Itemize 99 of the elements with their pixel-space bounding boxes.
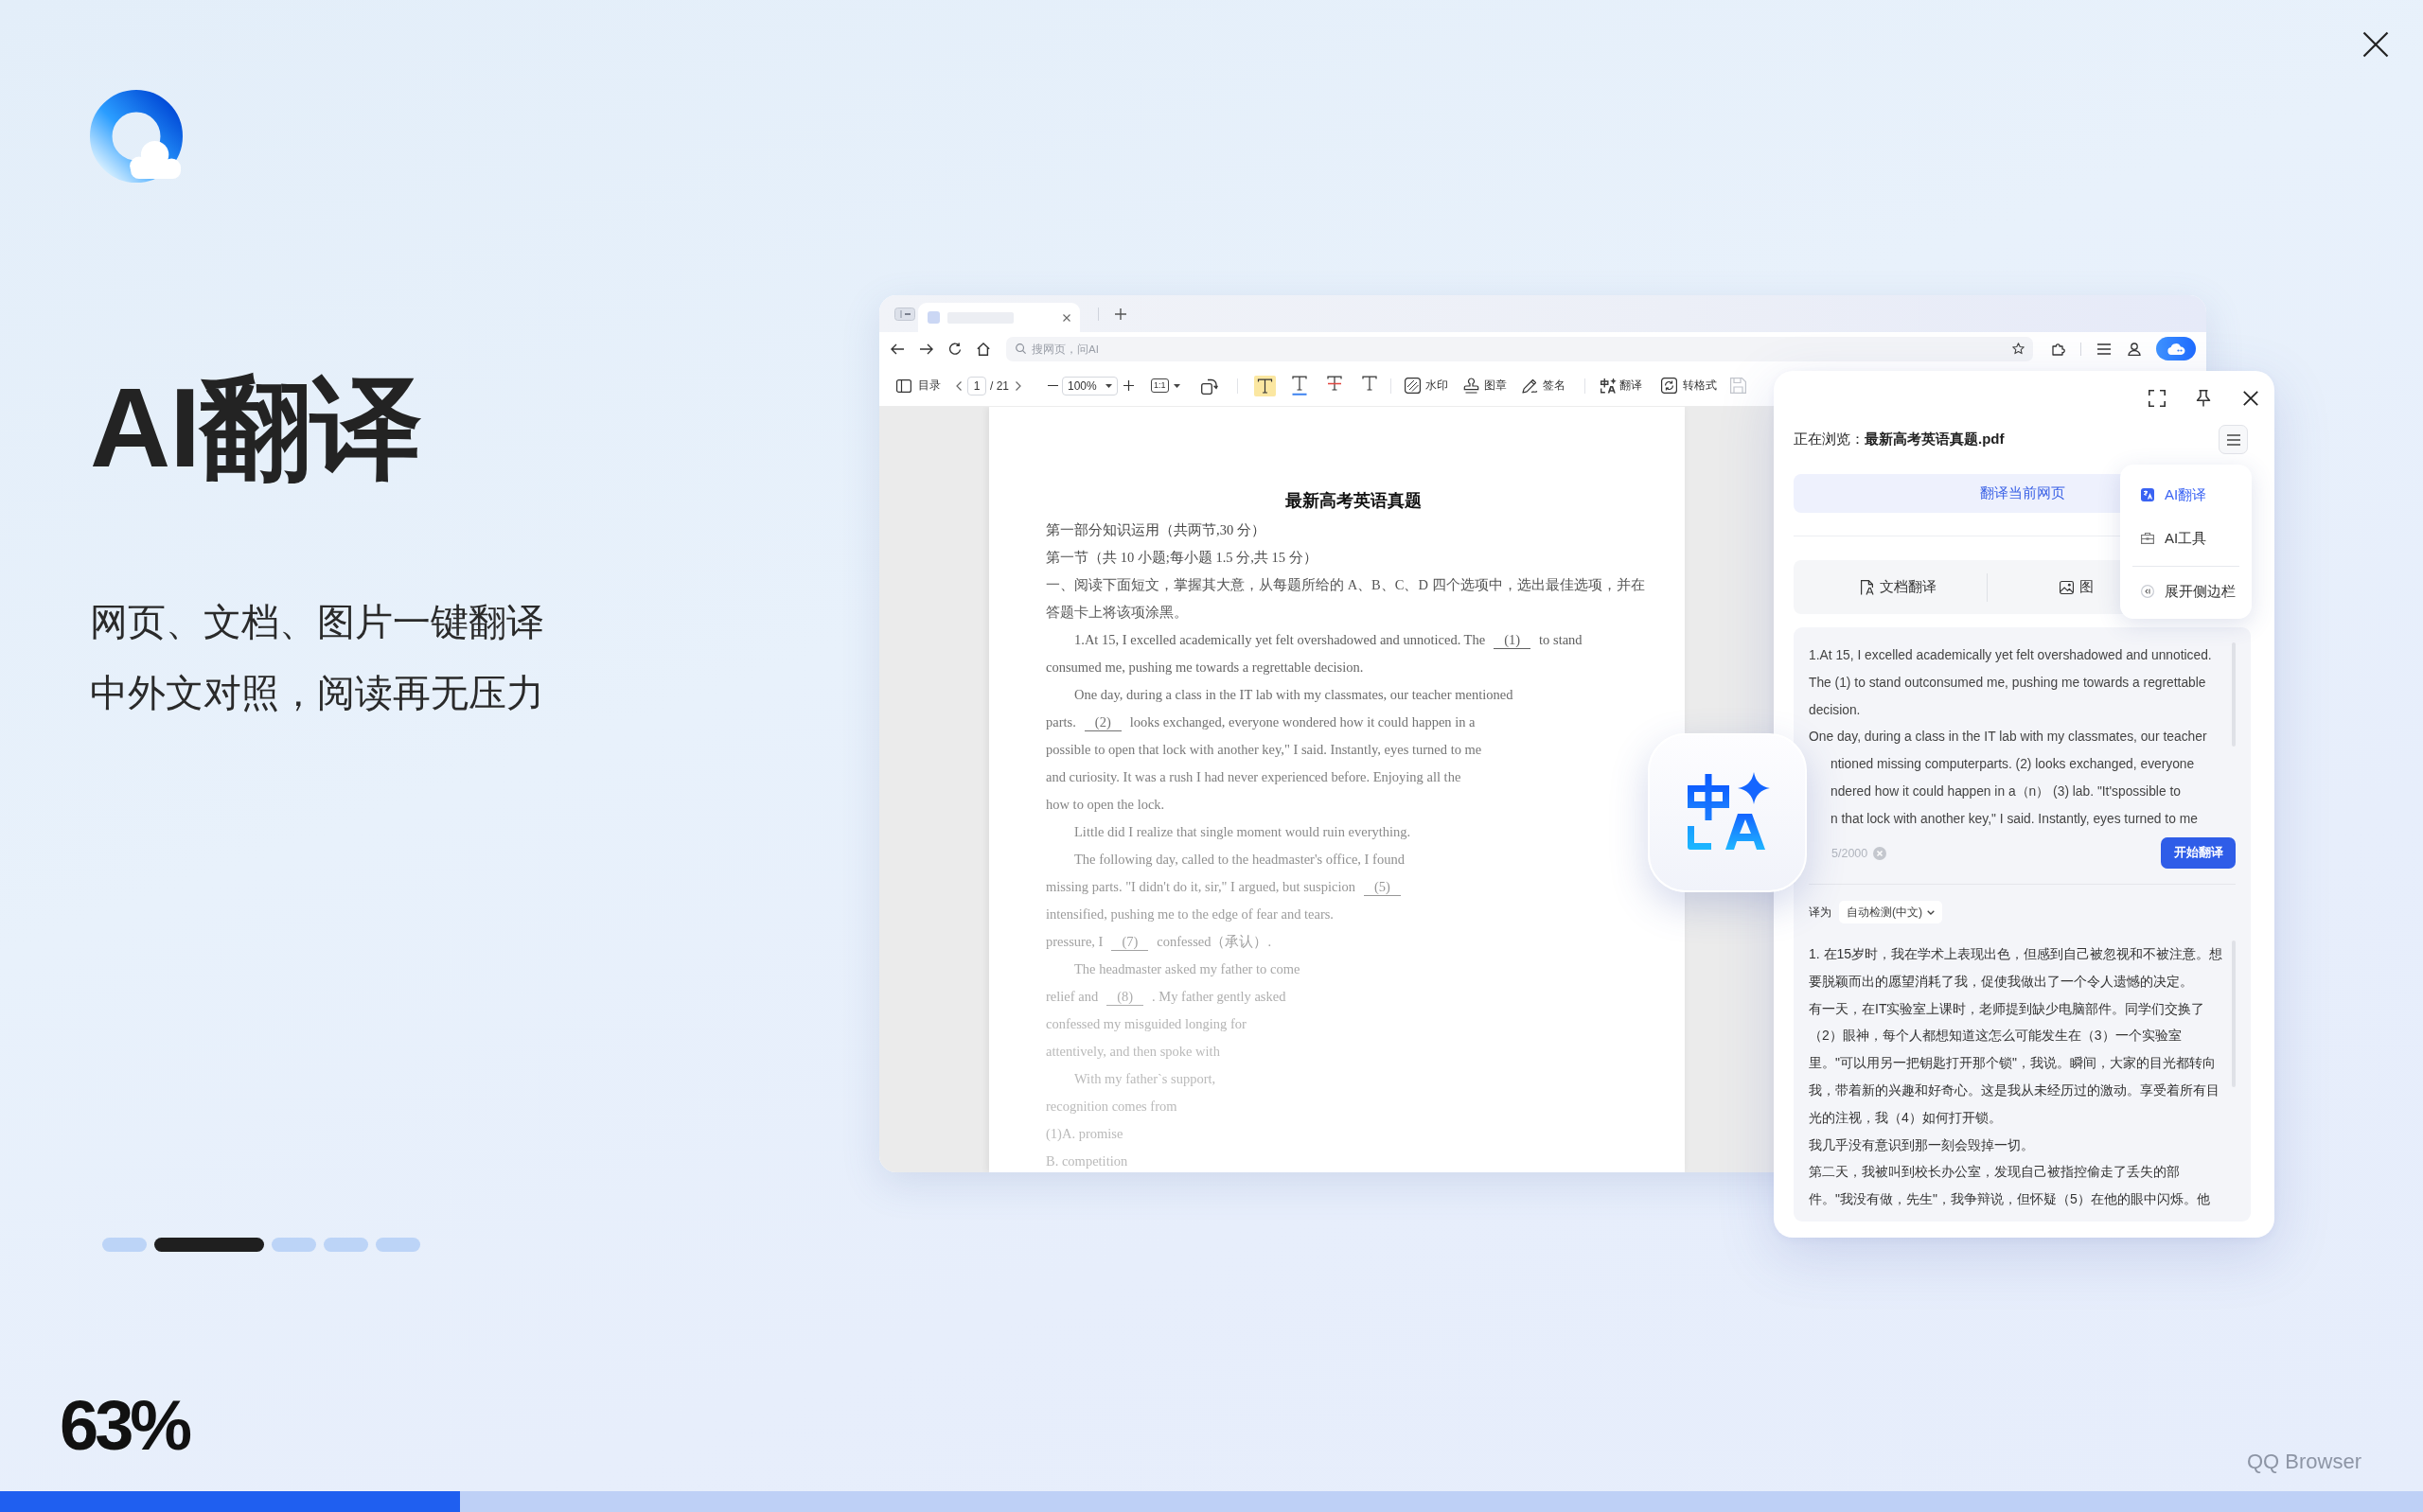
- menu-button[interactable]: [2219, 425, 2248, 454]
- document-text: looks exchanged, everyone wondered how it could happen in a: [1129, 714, 1476, 730]
- search-icon: [1016, 343, 1026, 354]
- caret-icon: [1927, 909, 1936, 915]
- subtitle-line: 网页、文档、图片一键翻译: [90, 600, 544, 644]
- person-icon[interactable]: [2128, 342, 2141, 356]
- caret-icon: [1173, 383, 1180, 388]
- character-counter: 5/2000: [1831, 846, 1868, 860]
- translate-icon: [1600, 378, 1617, 394]
- brand-name: QQ Browser: [2246, 1451, 2361, 1472]
- pen-icon: [1521, 378, 1538, 394]
- cloud-icon: [2167, 343, 2185, 355]
- document-text: 答题卡上将该项涂黑。: [1046, 605, 1188, 620]
- document-text: 第一部分知识运用（共两节,30 分）: [1046, 522, 1265, 537]
- star-icon[interactable]: [2012, 343, 2025, 355]
- favicon-icon: [928, 311, 940, 324]
- document-text: With my father`s support,: [1074, 1071, 1216, 1086]
- document-text: 一、阅读下面短文，掌握其大意，从每题所给的 A、B、C、D 四个选项中，选出最佳选项，并在: [1046, 577, 1645, 592]
- fill-in-line: (5): [1363, 879, 1401, 896]
- image-icon: [2060, 579, 2074, 595]
- reload-icon[interactable]: [948, 342, 962, 356]
- puzzle-icon[interactable]: [2052, 342, 2065, 356]
- loading-percent: 63%: [60, 1391, 189, 1461]
- document-title: 最新高考英语真题: [1284, 490, 1423, 512]
- document-text: confessed（承认）.: [1157, 934, 1272, 949]
- zoom-select[interactable]: 100%: [1062, 376, 1118, 396]
- watermark-button[interactable]: 水印: [1404, 378, 1448, 394]
- document-text: . My father gently asked: [1152, 989, 1286, 1004]
- menu-item[interactable]: AI工具: [2141, 517, 2244, 560]
- document-text: attentively, and then spoke with: [1046, 1044, 1220, 1059]
- document-text: how to open the lock.: [1046, 797, 1165, 812]
- translation-text: 1. 在15岁时，我在学术上表现出色，但感到自己被忽视和不被注意。想 要脱颖而出的愿望消耗了我，促使我做出了一个令人遗憾的决定。 有一天，在IT实验室上课时，老师提到缺少电脑部件。同学们交换了 （2）眼神，每个人都想知道这怎么可能发生在（3）一个实验室 里。"可以用另一把钥匙打开那个锁"，我说。瞬间，大家的目光都转向 我，带着新的兴趣和好奇心。这是我从未经历过的激动。享受着所有目 光的注视，我（4）如何打开锁。 我几乎没有意识到那一刻会毁掉一切。 第二天，我被叫到校长办公室，发现自己被指控偷走了丢失的部 件。"我没有做，先生"，我争辩说，但怀疑（5）在他的眼中闪烁。他: [1809, 945, 2224, 1209]
- document-text: to stand: [1539, 632, 1583, 647]
- fill-in-line: (2): [1084, 714, 1122, 731]
- menu-icon[interactable]: [2097, 342, 2111, 356]
- address-field[interactable]: 搜网页，问AI: [1006, 336, 2033, 361]
- plus-icon[interactable]: [1123, 380, 1134, 391]
- document-text: and curiosity. It was a rush I had never experienced before. Enjoying all the: [1046, 769, 1461, 784]
- rotate-icon[interactable]: [1200, 377, 1218, 395]
- document-text: parts.: [1046, 714, 1076, 730]
- caret-icon: [1105, 383, 1112, 388]
- document-text: consumed me, pushing me towards a regrettable decision.: [1046, 659, 1364, 675]
- document-text: 1.At 15, I excelled academically yet felt overshadowed and unnoticed. The: [1074, 632, 1486, 647]
- document-text: recognition comes from: [1046, 1099, 1177, 1114]
- fullscreen-icon[interactable]: [2149, 389, 2166, 407]
- close-icon[interactable]: [2243, 390, 2258, 406]
- fill-in-line: (1): [1494, 632, 1531, 649]
- translate-icon: [2141, 488, 2154, 501]
- back-icon[interactable]: [891, 343, 904, 355]
- convert-button[interactable]: 转格式: [1660, 378, 1717, 394]
- document-text: One day, during a class in the IT lab with my classmates, our teacher mentioned: [1074, 687, 1513, 702]
- signature-button[interactable]: 签名: [1521, 378, 1565, 394]
- document-text: Little did I realize that single moment would ruin everything.: [1074, 824, 1411, 839]
- document-text: relief and: [1046, 989, 1099, 1004]
- watermark-icon: [1404, 378, 1421, 394]
- close-icon[interactable]: [2362, 31, 2389, 58]
- document-text: possible to open that lock with another key," I said. Instantly, eyes turned to me: [1046, 742, 1482, 757]
- sidebar-icon: [896, 378, 911, 393]
- target-language-label: 译为: [1809, 904, 1831, 921]
- outline-button[interactable]: 目录: [896, 378, 941, 394]
- fill-in-line: (7): [1111, 934, 1149, 951]
- start-translate-button[interactable]: 开始翻译: [2161, 837, 2236, 869]
- subtitle-line: 中外文对照，阅读再无压力: [90, 671, 544, 715]
- page-total: / 21: [990, 378, 1009, 393]
- sidebar-expand-icon: [2141, 585, 2154, 598]
- stamp-button[interactable]: 图章: [1462, 378, 1507, 394]
- pin-icon[interactable]: [2195, 389, 2212, 407]
- document-text: B. competition: [1046, 1153, 1128, 1169]
- document-text: 第一节（共 10 小题;每小题 1.5 分,共 15 分）: [1046, 550, 1318, 565]
- translate-button[interactable]: 翻译: [1600, 378, 1642, 394]
- document-text: pressure, I: [1046, 934, 1104, 949]
- document-text: confessed my misguided longing for: [1046, 1016, 1247, 1031]
- source-text-field[interactable]: 1.At 15, I excelled academically yet felt overshadowed and unnoticed. The (1) to stand outconsumed me, pushing me towards a regrettable decision. One day, during a class in the IT lab with my classmates, our teacher ntioned missing computerparts. (2) looks exchanged, everyone ndered how it could happen in a（n） (3) lab. "It'spossible to n that lock with another key," I said. Instantly, eyes turned to me: [1809, 642, 2226, 835]
- language-select[interactable]: 自动检测(中文): [1839, 901, 1943, 923]
- document-text: missing parts. "I didn't do it, sir," I argued, but suspicion: [1046, 879, 1355, 894]
- highlight-icon[interactable]: [1253, 375, 1276, 396]
- toolbox-icon: [2141, 532, 2154, 545]
- browsing-title: 正在浏览：最新高考英语真题.pdf: [1794, 431, 2005, 448]
- hero-title: AI翻译: [90, 364, 421, 492]
- cloud-button[interactable]: [2156, 337, 2196, 360]
- home-icon[interactable]: [977, 342, 990, 356]
- document-text: (1)A. promise: [1046, 1126, 1123, 1141]
- menu-item[interactable]: 展开侧边栏: [2141, 570, 2244, 613]
- stamp-icon: [1462, 378, 1479, 394]
- underline-icon[interactable]: [1291, 376, 1307, 396]
- document-translate-tab[interactable]: 文档翻译: [1794, 560, 1987, 614]
- page-number-field[interactable]: 1: [967, 376, 986, 396]
- menu-icon: [2226, 433, 2240, 446]
- chevron-left-icon[interactable]: [956, 380, 962, 391]
- fill-in-line: (8): [1106, 989, 1144, 1006]
- plus-icon[interactable]: [1115, 308, 1126, 320]
- chevron-right-icon[interactable]: [1016, 380, 1021, 391]
- document-text: intensified, pushing me to the edge of fear and tears.: [1046, 906, 1334, 922]
- document-text: The headmaster asked my father to come: [1074, 961, 1300, 976]
- forward-icon[interactable]: [920, 343, 933, 355]
- document-icon: [1859, 579, 1874, 595]
- sidebar-toggle-icon[interactable]: [894, 307, 915, 321]
- convert-icon: [1660, 378, 1677, 394]
- document-text: The following day, called to the headmaster's office, I found: [1074, 852, 1405, 867]
